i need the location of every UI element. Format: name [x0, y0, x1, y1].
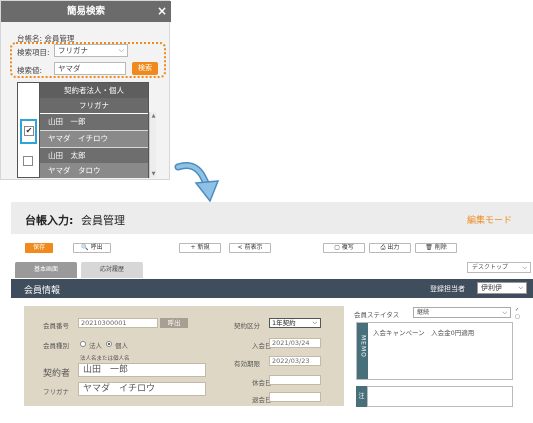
curved-arrow-icon — [174, 162, 220, 203]
kana-label: フリガナ — [43, 388, 69, 396]
search-item-label: 検索項目: — [17, 48, 50, 57]
print-button[interactable]: ⎙ 出力 — [369, 243, 411, 253]
result-name-cell[interactable]: 山田 太郎 — [40, 148, 148, 164]
contract-type-label: 契約区分 — [234, 322, 260, 330]
chevron-down-icon: ⌵ — [522, 264, 527, 271]
quick-search-header: 簡易検索 × — [1, 1, 171, 22]
search-item-select[interactable]: フリガナ ⌵ — [54, 44, 128, 57]
owner-label: 登録担当者 — [430, 285, 465, 293]
contractor-input[interactable]: 山田 一郎 — [78, 363, 206, 377]
result-kana-cell[interactable]: ヤマダ タロウ — [40, 163, 148, 178]
member-info-form: 会員番号 20210300001 呼出 会員種別 法人 個人 法人名または個人名… — [24, 306, 344, 406]
contractor-label: 契約者 — [43, 369, 71, 379]
scroll-up-icon[interactable]: ▲ — [150, 112, 157, 120]
quick-search-title: 簡易検索 — [66, 6, 105, 17]
scroll-down-icon[interactable]: ▼ — [150, 170, 157, 178]
quick-search-panel: 簡易検索 × 台帳名: 会員管理 検索項目: フリガナ ⌵ 検索値: ヤマダ 検… — [0, 0, 171, 180]
expire-label: 有効期限 — [234, 360, 260, 368]
member-no-input[interactable]: 20210300001 — [78, 318, 158, 328]
member-type-label: 会員種別 — [43, 342, 69, 350]
result-kana-cell[interactable]: ヤマダ イチロウ — [40, 131, 148, 147]
radio-corporate-label: 法人 — [89, 342, 102, 350]
view-select[interactable]: デスクトップ ⌵ — [467, 262, 531, 273]
search-item-value: フリガナ — [58, 46, 88, 55]
expire-date-input[interactable]: 2022/03/23 — [269, 356, 321, 366]
call-button[interactable]: 🔍 呼出 — [73, 243, 111, 253]
kana-input[interactable]: ヤマダ イチロウ — [78, 382, 206, 396]
edit-mode-indicator: 編集モード — [467, 216, 513, 226]
memo-box[interactable]: MEMO 入会キャンペーン 入会金0円適用 — [356, 322, 513, 380]
tab-response-history[interactable]: 応対履歴 — [81, 262, 143, 278]
search-button[interactable]: 検索 — [132, 62, 158, 75]
section-title: 会員情報 — [24, 286, 61, 296]
member-no-label: 会員番号 — [43, 322, 69, 330]
memo-side-label: MEMO — [357, 323, 368, 379]
member-status-value: 継続 — [417, 309, 430, 316]
tab-basic-screen[interactable]: 基本画面 — [15, 262, 77, 278]
radio-individual[interactable] — [106, 341, 112, 347]
member-status-select[interactable]: 継続 ⌵ — [413, 307, 511, 318]
contract-type-value: 1年契約 — [272, 319, 296, 327]
page-title-prefix: 台帳入力: — [25, 214, 74, 227]
chevron-down-icon: ⌵ — [118, 46, 124, 54]
results-scrollbar[interactable]: ▲ ▼ — [149, 112, 156, 178]
selected-row-highlight: ✔ — [20, 119, 37, 144]
close-icon[interactable]: × — [155, 1, 169, 22]
memo-text: 入会キャンペーン 入会金0円適用 — [373, 329, 475, 337]
page-title: 会員管理 — [81, 214, 125, 227]
copy-button[interactable]: ▢ 複写 — [323, 243, 365, 253]
search-value-label: 検索値: — [17, 66, 43, 75]
chevron-down-icon: ⌵ — [502, 309, 507, 316]
radio-individual-label: 個人 — [115, 342, 128, 350]
radio-corporate[interactable] — [80, 341, 86, 347]
column-header-contractor: 契約者法人・個人 — [40, 83, 148, 98]
note-box[interactable] — [367, 386, 513, 407]
withdraw-date-input[interactable] — [269, 392, 321, 402]
owner-value: 伊利伊 — [481, 284, 502, 292]
search-value-input[interactable]: ヤマダ — [54, 62, 126, 75]
result-name-cell[interactable]: 山田 一郎 — [40, 114, 148, 130]
new-button[interactable]: + 新規 — [179, 243, 221, 253]
name-hint: 法人名または個人名 — [80, 356, 130, 362]
note-side-label: 注 — [356, 386, 367, 407]
memo-side-text: MEMO — [359, 335, 367, 358]
contract-type-select[interactable]: 1年契約 ⌵ — [269, 318, 321, 328]
view-select-value: デスクトップ — [472, 264, 509, 271]
chevron-down-icon: ⌵ — [518, 284, 523, 291]
row-checkbox[interactable]: ✔ — [24, 126, 34, 136]
delete-button[interactable]: 🗑 削除 — [415, 243, 457, 253]
save-button[interactable]: 保存 — [25, 243, 53, 253]
member-management-screen: 台帳入力: 会員管理 編集モード 保存 🔍 呼出 + 新規 < 前表示 ▢ 複写… — [11, 202, 533, 423]
column-header-kana: フリガナ — [40, 98, 148, 113]
chevron-down-icon: ⌵ — [312, 319, 317, 326]
row-checkbox[interactable] — [23, 156, 33, 166]
search-results-table: 契約者法人・個人 フリガナ 山田 一郎 ヤマダ イチロウ 山田 太郎 ヤマダ タ… — [39, 82, 149, 178]
join-date-input[interactable]: 2021/03/24 — [269, 338, 321, 348]
member-status-label: 会員ステイタス — [354, 311, 400, 319]
suspend-date-input[interactable] — [269, 375, 321, 385]
status-memo-area: 会員ステイタス 継続 ⌵ ✓ ▢ MEMO 入会キャンペーン 入会金0円適用 注 — [354, 306, 533, 423]
call-member-button[interactable]: 呼出 — [160, 318, 188, 328]
prev-display-button[interactable]: < 前表示 — [229, 243, 271, 253]
status-checkbox[interactable]: ✓ ▢ — [515, 307, 527, 327]
owner-select[interactable]: 伊利伊 ⌵ — [477, 282, 527, 294]
